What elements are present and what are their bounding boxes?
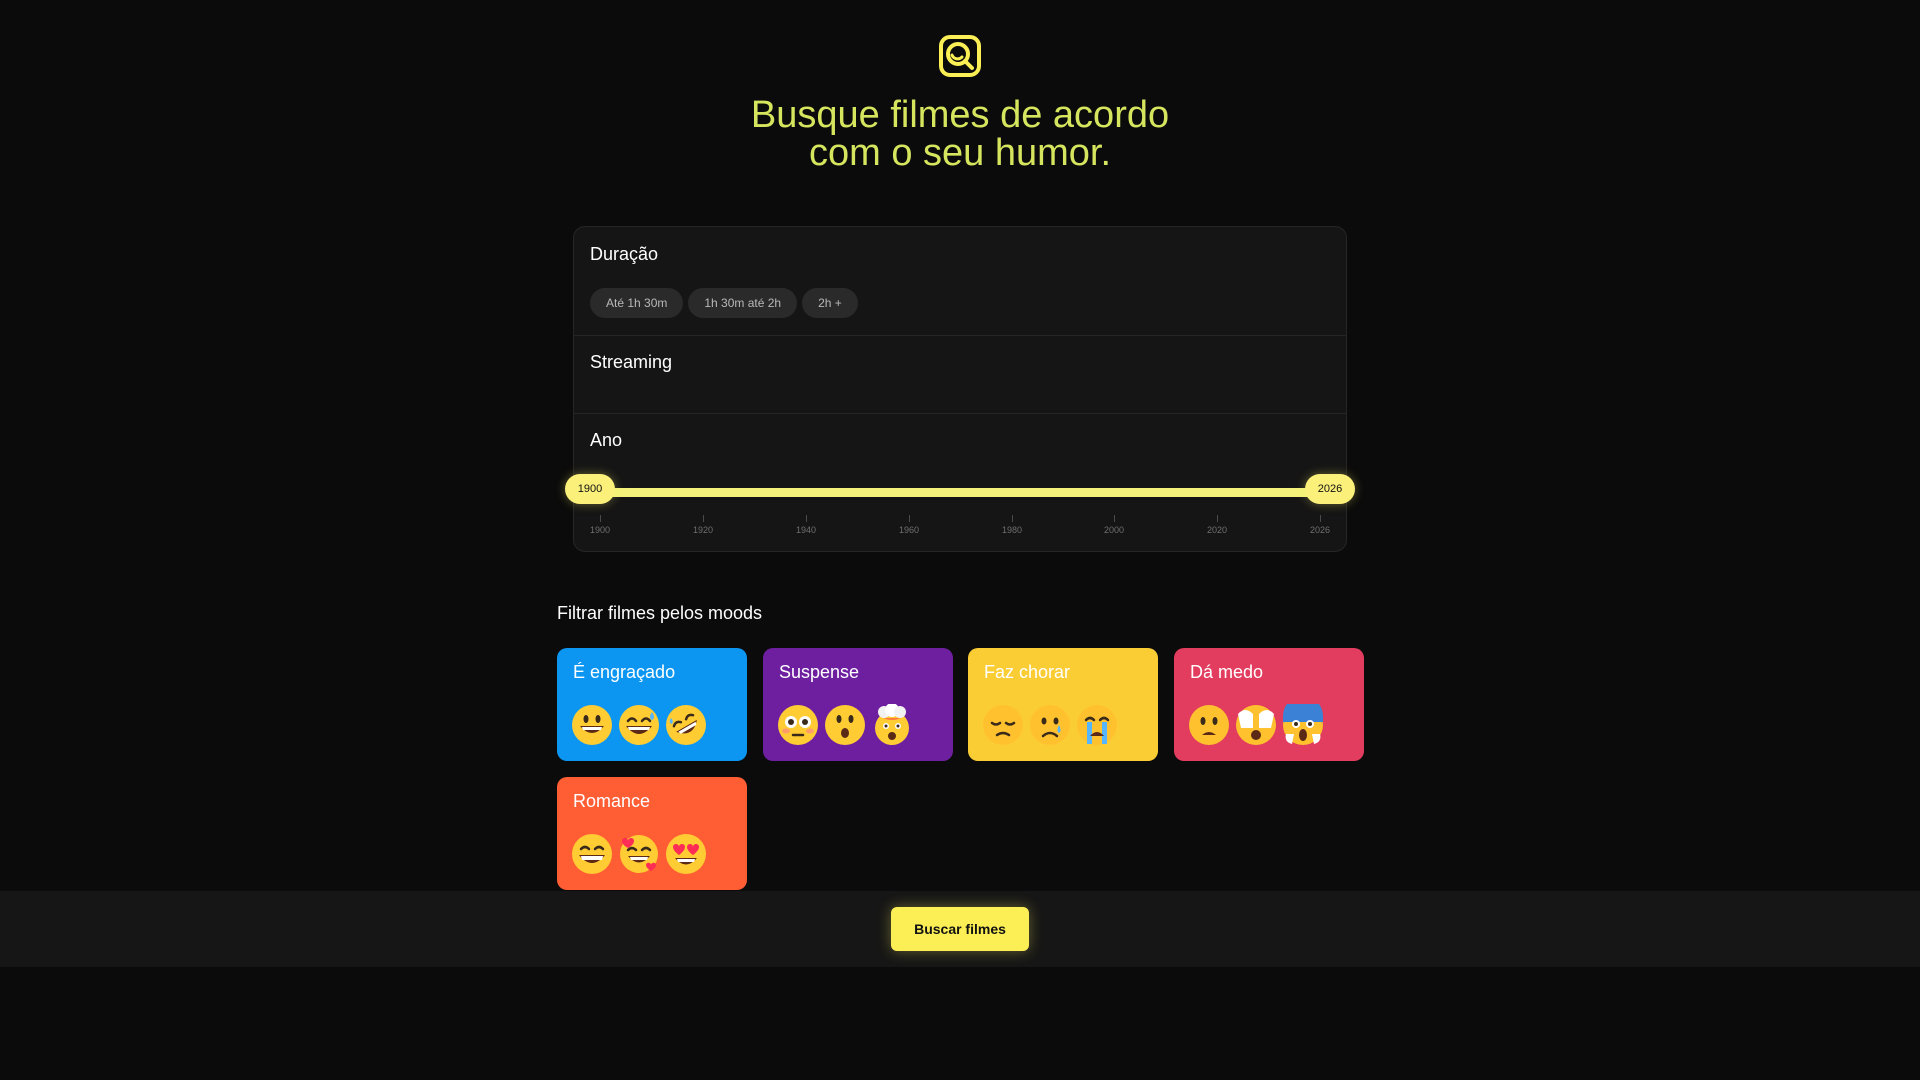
mood-card-scary[interactable]: Dá medo [1174,648,1364,761]
moods-heading: Filtrar filmes pelos moods [557,603,763,623]
face-hands-over-eyes-icon [1236,705,1276,745]
year-max-handle[interactable]: 2026 [1305,474,1355,504]
title-line-2: com o seu humor. [808,132,1112,174]
streaming-title: Streaming [590,352,673,372]
grin-sweat-icon [619,705,659,745]
year-tick: 1980 [992,515,1032,535]
loudly-crying-face-icon [1077,705,1117,745]
duration-chip-under-90[interactable]: Até 1h 30m [590,288,684,318]
mood-emojis [777,704,913,746]
mood-card-romance[interactable]: Romance [557,777,747,890]
search-emoji-icon [939,35,981,77]
year-title: Ano [590,430,623,450]
streaming-section: Streaming [574,335,1346,414]
frowning-face-icon [1189,705,1229,745]
mood-label: Dá medo [1190,662,1264,682]
mood-label: Suspense [779,662,860,682]
hushed-face-icon [825,705,865,745]
year-ticks: 1900 1920 1940 1960 1980 2000 2020 2026 [590,515,1330,539]
exploding-head-icon [875,704,909,745]
smiling-hearts-icon [620,835,658,873]
year-tick: 1900 [580,515,620,535]
grinning-face-icon [572,705,612,745]
mood-label: Romance [573,791,651,811]
filters-panel: Duração Até 1h 30m 1h 30m até 2h 2h + St… [573,226,1347,552]
mood-label: É engraçado [573,662,676,682]
title-line-1: Busque filmes de acordo [750,94,1170,136]
duration-options: Até 1h 30m 1h 30m até 2h 2h + [590,288,858,318]
year-tick: 2026 [1300,515,1340,535]
duration-title: Duração [590,244,659,264]
mood-card-funny[interactable]: É engraçado [557,648,747,761]
duration-chip-90-to-120[interactable]: 1h 30m até 2h [688,288,798,318]
rofl-icon [666,705,706,745]
year-tick: 1960 [889,515,929,535]
mood-label: Faz chorar [984,662,1071,682]
year-tick: 2020 [1197,515,1237,535]
mood-card-sad[interactable]: Faz chorar [968,648,1158,761]
year-tick: 1920 [683,515,723,535]
mood-card-suspense[interactable]: Suspense [763,648,953,761]
page-title: Busque filmes de acordo com o seu humor. [560,96,1360,172]
pensive-face-icon [983,705,1023,745]
year-min-handle[interactable]: 1900 [565,474,615,504]
duration-section: Duração Até 1h 30m 1h 30m até 2h 2h + [574,227,1346,336]
sad-tear-face-icon [1030,705,1070,745]
beaming-face-icon [572,834,612,874]
page: Busque filmes de acordo com o seu humor.… [0,0,1920,1080]
year-tick: 2000 [1094,515,1134,535]
search-movies-button[interactable]: Buscar filmes [891,907,1029,951]
mood-emojis [1188,704,1324,746]
screaming-face-icon [1283,704,1323,745]
mood-emojis [571,833,707,875]
year-range-track[interactable] [590,488,1330,497]
duration-chip-over-120[interactable]: 2h + [802,288,858,318]
flushed-face-icon [778,705,818,745]
year-tick: 1940 [786,515,826,535]
mood-emojis [982,704,1118,746]
mood-emojis [571,704,707,746]
heart-eyes-icon [666,834,706,874]
